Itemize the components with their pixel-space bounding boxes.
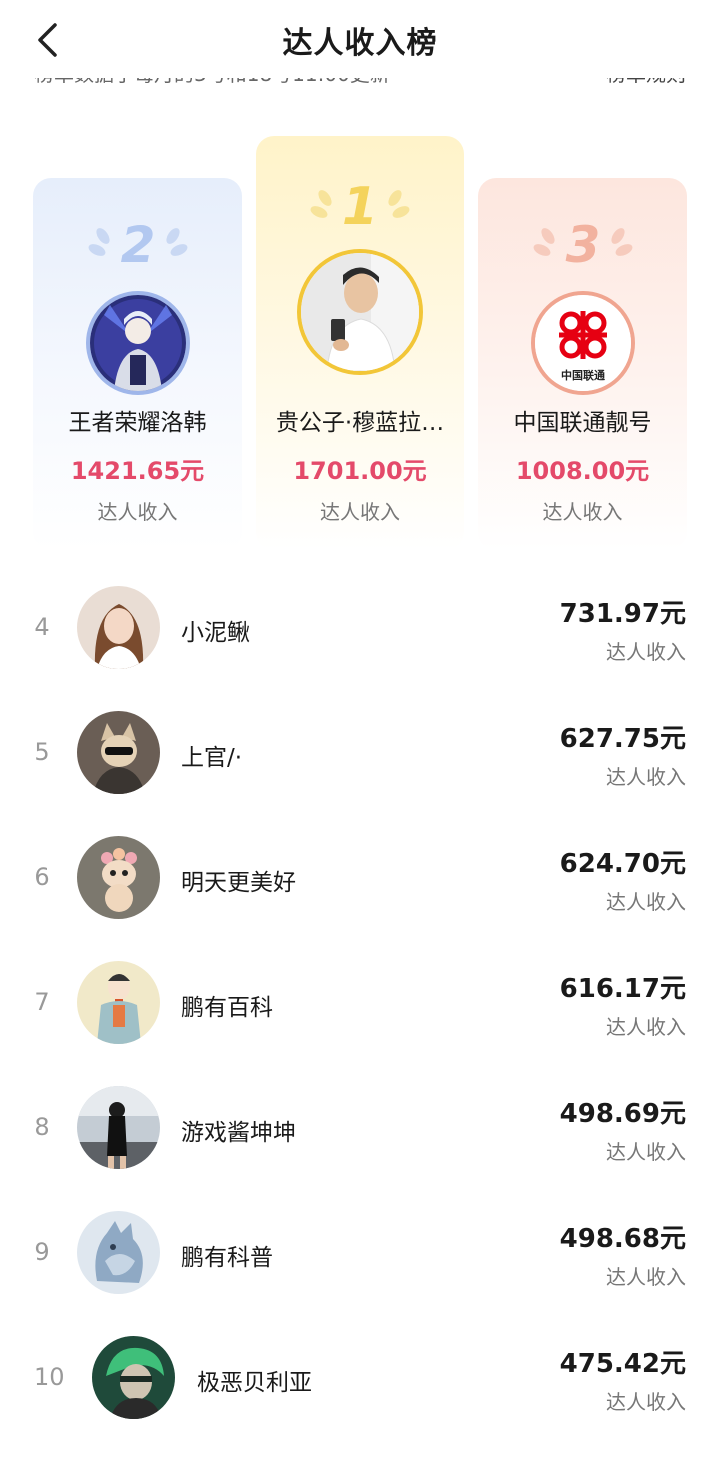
avatar[interactable]	[77, 711, 160, 794]
rank-number: 8	[34, 1113, 50, 1141]
rank-number: 10	[34, 1363, 65, 1391]
podium-label: 达人收入	[97, 500, 178, 524]
list-item[interactable]: 7 鹏有百科 616.17元 达人收入	[0, 940, 720, 1065]
user-name: 小泥鳅	[181, 620, 250, 646]
income-amount: 731.97元	[559, 599, 686, 629]
income-label: 达人收入	[606, 765, 686, 789]
income-label: 达人收入	[606, 890, 686, 914]
china-unicom-logo[interactable]: 中国联通	[530, 291, 635, 395]
ranking-list: 4 小泥鳅 731.97元 达人收入 5 上官/· 627.75元 达人收入 6…	[0, 565, 720, 1440]
rank-number: 4	[34, 613, 50, 641]
avatar[interactable]	[77, 961, 160, 1044]
avatar[interactable]	[77, 1086, 160, 1169]
avatar[interactable]	[77, 586, 160, 669]
income-label: 达人收入	[606, 1015, 686, 1039]
podium-name: 王者荣耀洛韩	[68, 410, 207, 436]
user-name: 上官/·	[181, 745, 243, 771]
rank-3-badge-icon: 3	[528, 210, 638, 270]
svg-text:3: 3	[565, 216, 600, 270]
avatar[interactable]	[77, 1211, 160, 1294]
top-bar: 达人收入榜	[0, 0, 720, 78]
user-name: 明天更美好	[181, 870, 296, 896]
podium-amount: 1421.65元	[70, 457, 205, 485]
income-amount: 624.70元	[559, 849, 686, 879]
list-item[interactable]: 9 鹏有科普 498.68元 达人收入	[0, 1190, 720, 1315]
user-name: 极恶贝利亚	[197, 1370, 312, 1396]
podium-amount: 1701.00元	[293, 457, 427, 485]
income-amount: 498.69元	[559, 1099, 686, 1129]
avatar[interactable]	[77, 836, 160, 919]
podium-card-rank-2[interactable]: 2 王者荣耀洛韩 1421.65元 达人收入	[33, 178, 242, 550]
rank-number: 9	[34, 1238, 50, 1266]
list-item[interactable]: 5 上官/· 627.75元 达人收入	[0, 690, 720, 815]
podium-label: 达人收入	[320, 500, 400, 524]
svg-text:中国联通: 中国联通	[561, 368, 605, 382]
income-label: 达人收入	[606, 640, 686, 664]
svg-text:2: 2	[120, 216, 155, 270]
rank-1-badge-icon: 1	[305, 172, 415, 232]
rank-number: 7	[34, 988, 50, 1016]
podium-card-rank-3[interactable]: 3 中国联通 中国联通靓号 1008.00元 达人收入	[478, 178, 687, 550]
income-label: 达人收入	[606, 1390, 686, 1414]
avatar[interactable]	[297, 249, 423, 375]
podium-name: 中国联通靓号	[513, 410, 652, 436]
page-title: 达人收入榜	[282, 26, 438, 61]
list-item[interactable]: 6 明天更美好 624.70元 达人收入	[0, 815, 720, 940]
list-item[interactable]: 4 小泥鳅 731.97元 达人收入	[0, 565, 720, 690]
avatar[interactable]	[85, 291, 190, 395]
rank-2-badge-icon: 2	[83, 210, 193, 270]
podium-label: 达人收入	[542, 500, 623, 524]
podium-amount: 1008.00元	[515, 457, 650, 485]
user-name: 鹏有百科	[181, 995, 273, 1021]
user-name: 鹏有科普	[181, 1245, 273, 1271]
svg-text:1: 1	[342, 177, 378, 232]
income-label: 达人收入	[606, 1140, 686, 1164]
income-amount: 475.42元	[559, 1349, 686, 1379]
income-amount: 616.17元	[559, 974, 686, 1004]
rank-number: 5	[34, 738, 50, 766]
avatar[interactable]	[92, 1336, 175, 1419]
income-label: 达人收入	[606, 1265, 686, 1289]
list-item[interactable]: 8 游戏酱坤坤 498.69元 达人收入	[0, 1065, 720, 1190]
user-name: 游戏酱坤坤	[181, 1120, 296, 1146]
podium-name: 贵公子·穆蓝拉…	[275, 410, 445, 436]
income-amount: 627.75元	[559, 724, 686, 754]
rank-number: 6	[34, 863, 50, 891]
income-amount: 498.68元	[559, 1224, 686, 1254]
list-item[interactable]: 10 极恶贝利亚 475.42元 达人收入	[0, 1315, 720, 1440]
podium-card-rank-1[interactable]: 1 贵公子·穆蓝拉… 1701.00元 达人收入	[256, 136, 464, 550]
